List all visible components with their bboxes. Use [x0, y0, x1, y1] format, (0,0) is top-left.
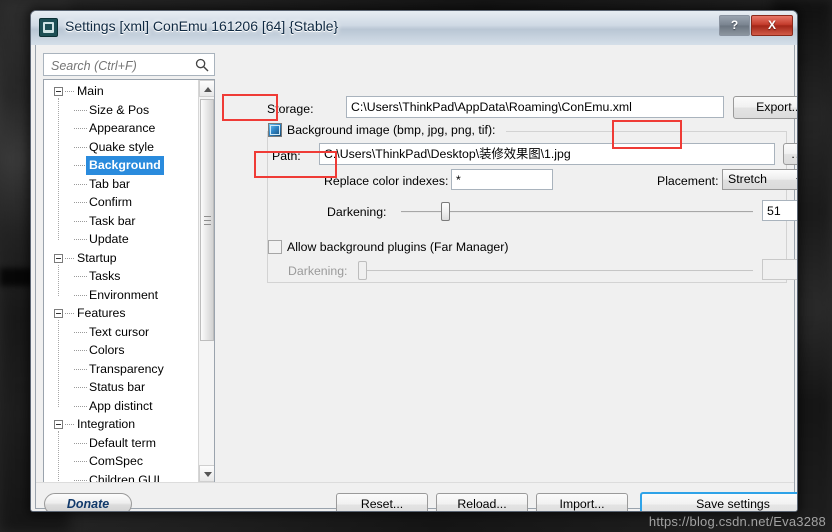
tree-node-label: Colors: [89, 343, 125, 357]
tree-item-background[interactable]: Background: [44, 156, 199, 175]
plugins-darkening-slider: [358, 261, 753, 280]
footer-divider: [36, 482, 794, 483]
tree-item-size-pos[interactable]: Size & Pos: [44, 101, 199, 120]
tree-node-label: Size & Pos: [89, 102, 150, 117]
tree-item-status-bar[interactable]: Status bar: [44, 378, 199, 397]
placement-value: Stretch: [728, 172, 767, 186]
storage-label: Storage:: [267, 102, 314, 116]
tree-node-label: Task bar: [89, 213, 136, 228]
darkening-value-field[interactable]: 51: [762, 200, 797, 221]
tree-item-task-bar[interactable]: Task bar: [44, 212, 199, 231]
window-client-area: Main Size & Pos Appearance Quake style Backg…: [35, 45, 797, 511]
darkening-label: Darkening:: [327, 205, 387, 219]
tree-connector: [58, 264, 60, 296]
placement-dropdown[interactable]: Stretch: [722, 169, 797, 190]
conemu-icon: [39, 18, 58, 37]
tree-item-tab-bar[interactable]: Tab bar: [44, 175, 199, 194]
tree-group-integration[interactable]: Integration: [44, 415, 199, 434]
expand-collapse-icon[interactable]: [54, 253, 63, 263]
tree-node-label: Tab bar: [89, 176, 131, 191]
search-icon: [195, 58, 209, 72]
expand-collapse-icon[interactable]: [54, 420, 63, 429]
tree-node-label: Integration: [77, 417, 136, 431]
plugins-darkening-label: Darkening:: [288, 264, 348, 278]
tree-item-confirm[interactable]: Confirm: [44, 193, 199, 212]
tree-item-transparency[interactable]: Transparency: [44, 360, 199, 379]
chevron-down-icon: [796, 178, 797, 183]
tree-item-environment[interactable]: Environment: [44, 286, 199, 305]
donate-button[interactable]: Donate: [44, 493, 132, 511]
tree-item-tasks[interactable]: Tasks: [44, 267, 199, 286]
window-title: Settings [xml] ConEmu 161206 [64] {Stabl…: [65, 18, 339, 34]
slider-thumb: [358, 261, 367, 280]
watermark-text: https://blog.csdn.net/Eva3288: [648, 514, 826, 529]
tree-group-main[interactable]: Main: [44, 82, 199, 101]
title-bar[interactable]: Settings [xml] ConEmu 161206 [64] {Stabl…: [31, 11, 797, 45]
tree-item-comspec[interactable]: ComSpec: [44, 452, 199, 471]
tree-group-startup[interactable]: Startup: [44, 249, 199, 268]
slider-thumb[interactable]: [441, 202, 450, 221]
allow-background-plugins-checkbox[interactable]: [268, 240, 282, 254]
settings-tree[interactable]: Main Size & Pos Appearance Quake style Backg…: [43, 79, 215, 483]
tree-connector: [58, 98, 60, 240]
tree-node-label: Environment: [89, 287, 159, 302]
scroll-down-icon[interactable]: [199, 465, 214, 482]
search-box[interactable]: [43, 53, 215, 76]
tree-node-label: Main: [77, 84, 104, 98]
reload-button[interactable]: Reload...: [436, 493, 528, 511]
placement-label: Placement:: [657, 174, 719, 188]
tree-node-label: Startup: [77, 250, 117, 265]
allow-background-plugins-label: Allow background plugins (Far Manager): [287, 240, 509, 254]
tree-node-label: Transparency: [89, 361, 164, 376]
slider-track: [358, 270, 753, 272]
expand-collapse-icon[interactable]: [54, 309, 63, 318]
tree-node-label: Features: [77, 306, 126, 320]
path-label: Path:: [272, 149, 301, 163]
browse-button[interactable]: ...: [783, 143, 797, 165]
tree-item-text-cursor[interactable]: Text cursor: [44, 323, 199, 342]
tree-scrollbar[interactable]: [198, 80, 214, 482]
save-settings-button[interactable]: Save settings: [640, 492, 797, 511]
tree-node-label: Text cursor: [89, 324, 150, 339]
tree-item-colors[interactable]: Colors: [44, 341, 199, 360]
storage-path-field[interactable]: C:\Users\ThinkPad\AppData\Roaming\ConEmu…: [346, 96, 724, 118]
tree-item-quake-style[interactable]: Quake style: [44, 138, 199, 157]
tree-connector: [58, 431, 60, 482]
tree-connector: [58, 320, 60, 407]
tree-node-label: ComSpec: [89, 454, 143, 468]
help-button[interactable]: ?: [719, 15, 750, 36]
tree-node-label: Status bar: [89, 380, 146, 394]
tree-node-label: Quake style: [89, 139, 154, 154]
background-image-checkbox[interactable]: [268, 123, 282, 137]
tree-node-label: Background: [86, 156, 164, 175]
slider-track: [401, 211, 753, 213]
tree-node-label: Update: [89, 232, 129, 246]
plugins-darkening-value-field: [762, 259, 797, 280]
tree-node-label: Tasks: [89, 269, 121, 283]
close-button[interactable]: X: [751, 15, 793, 36]
tree-item-update[interactable]: Update: [44, 230, 199, 249]
import-button[interactable]: Import...: [536, 493, 628, 511]
tree-item-appearance[interactable]: Appearance: [44, 119, 199, 138]
expand-collapse-icon[interactable]: [54, 87, 63, 96]
background-image-label: Background image (bmp, jpg, png, tif):: [287, 123, 496, 137]
tree-node-list: Main Size & Pos Appearance Quake style Backg…: [44, 82, 199, 482]
tree-item-default-term[interactable]: Default term: [44, 434, 199, 453]
replace-color-indexes-input[interactable]: *: [451, 169, 553, 190]
darkening-slider[interactable]: [401, 202, 753, 221]
tree-node-label: Confirm: [89, 195, 133, 209]
path-input[interactable]: C:\Users\ThinkPad\Desktop\装修效果图\1.jpg: [319, 143, 775, 165]
tree-item-app-distinct[interactable]: App distinct: [44, 397, 199, 416]
tree-node-label: Appearance: [89, 121, 156, 135]
export-button[interactable]: Export...: [733, 96, 797, 119]
search-input[interactable]: [49, 56, 193, 76]
replace-color-indexes-label: Replace color indexes:: [324, 174, 449, 188]
settings-window: Settings [xml] ConEmu 161206 [64] {Stabl…: [30, 10, 798, 512]
scroll-up-icon[interactable]: [199, 80, 214, 97]
tree-node-label: App distinct: [89, 398, 153, 413]
reset-button[interactable]: Reset...: [336, 493, 428, 511]
tree-group-features[interactable]: Features: [44, 304, 199, 323]
tree-node-label: Default term: [89, 435, 156, 450]
scrollbar-thumb[interactable]: [200, 99, 214, 341]
